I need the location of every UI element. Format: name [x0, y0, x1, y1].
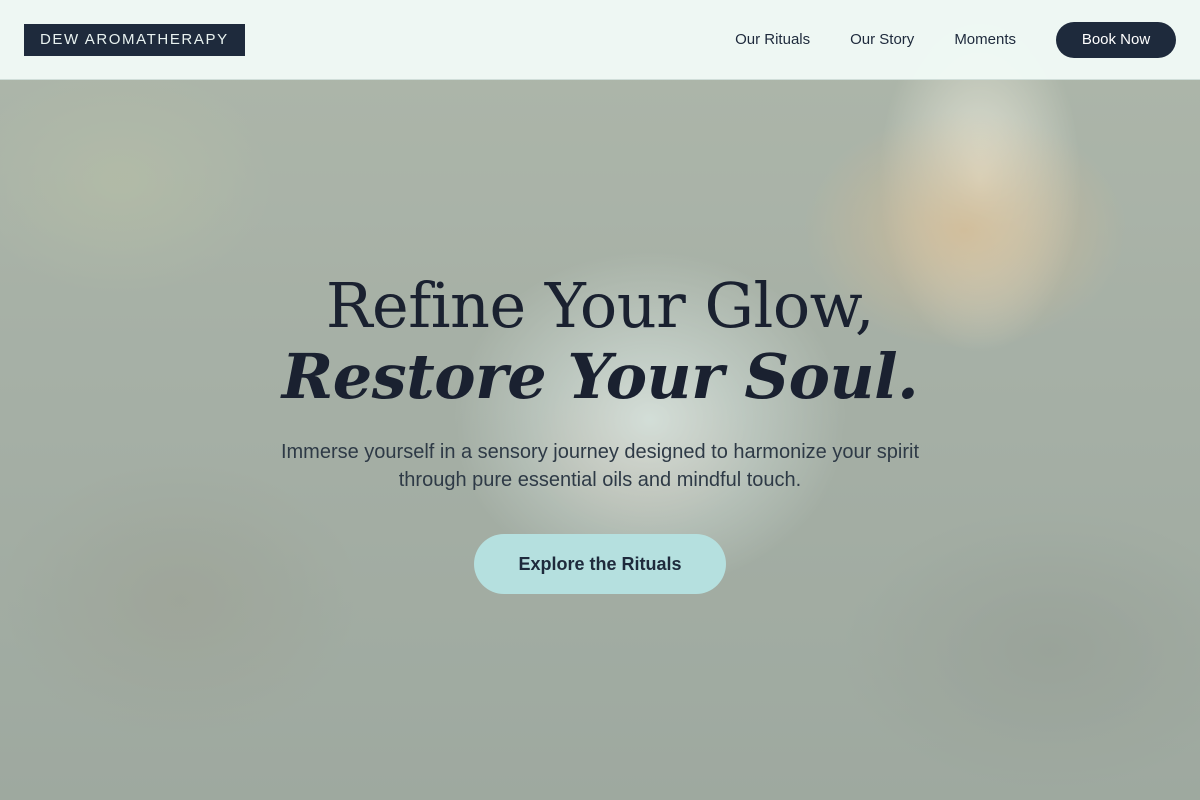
site-header: DEW AROMATHERAPY Our Rituals Our Story M…	[0, 0, 1200, 80]
nav-link-our-story[interactable]: Our Story	[850, 31, 914, 48]
hero-headline: Refine Your Glow, Restore Your Soul.	[0, 270, 1200, 412]
hero-headline-line-2: Restore Your Soul.	[281, 340, 919, 413]
main-nav: Our Rituals Our Story Moments Book Now	[735, 21, 1176, 58]
nav-link-moments[interactable]: Moments	[954, 31, 1016, 48]
hero-subtext: Immerse yourself in a sensory journey de…	[280, 441, 920, 491]
book-now-button[interactable]: Book Now	[1056, 21, 1176, 58]
landing-page: DEW AROMATHERAPY Our Rituals Our Story M…	[0, 0, 1200, 800]
nav-link-our-rituals[interactable]: Our Rituals	[735, 31, 810, 48]
hero-section: Refine Your Glow, Restore Your Soul. Imm…	[0, 270, 1200, 594]
hero-headline-line-1: Refine Your Glow,	[325, 269, 875, 342]
explore-rituals-button[interactable]: Explore the Rituals	[474, 534, 726, 594]
site-logo[interactable]: DEW AROMATHERAPY	[24, 23, 245, 56]
